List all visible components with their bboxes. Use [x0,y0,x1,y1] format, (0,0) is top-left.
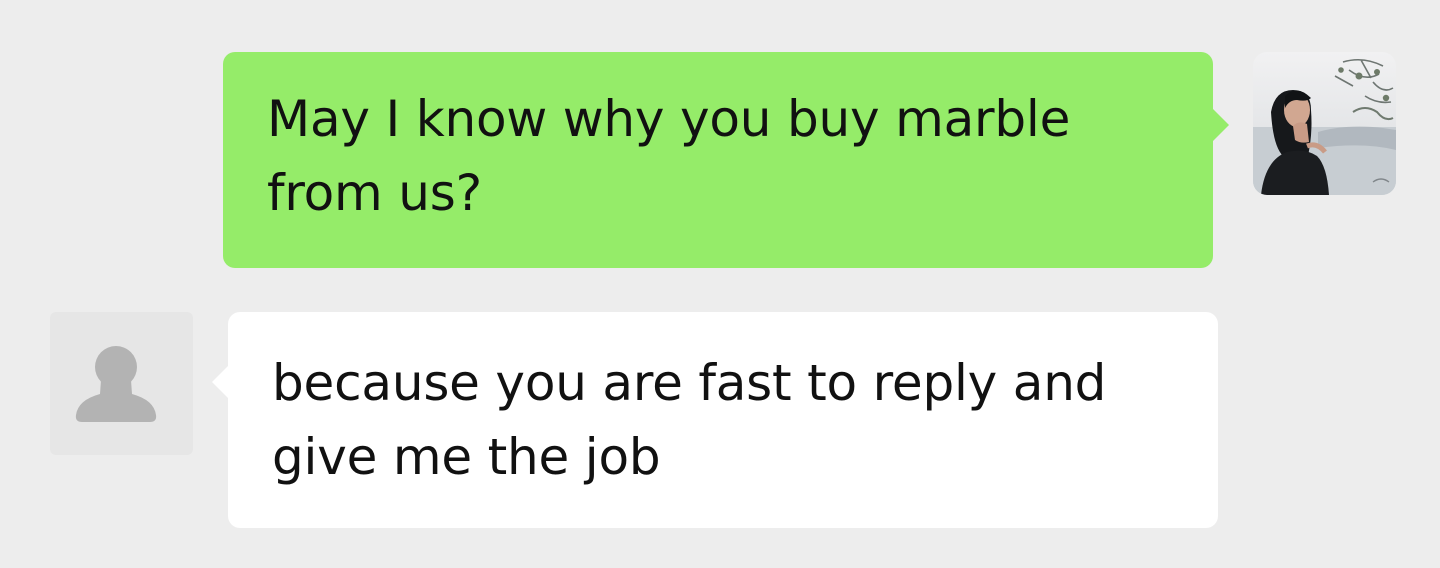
received-message-bubble[interactable]: because you are fast to reply and give m… [212,312,1218,528]
contact-default-avatar[interactable] [50,312,193,455]
sent-message-bubble[interactable]: May I know why you buy marble from us? [223,52,1229,268]
contact-photo-avatar[interactable] [1253,52,1396,195]
received-message-text: because you are fast to reply and give m… [272,354,1107,486]
chat-conversation: May I know why you buy marble from us? b… [0,0,1440,568]
default-person-avatar-icon [75,346,157,422]
sent-message-text: May I know why you buy marble from us? [267,90,1071,222]
woman-photo-avatar-icon [1253,52,1396,195]
